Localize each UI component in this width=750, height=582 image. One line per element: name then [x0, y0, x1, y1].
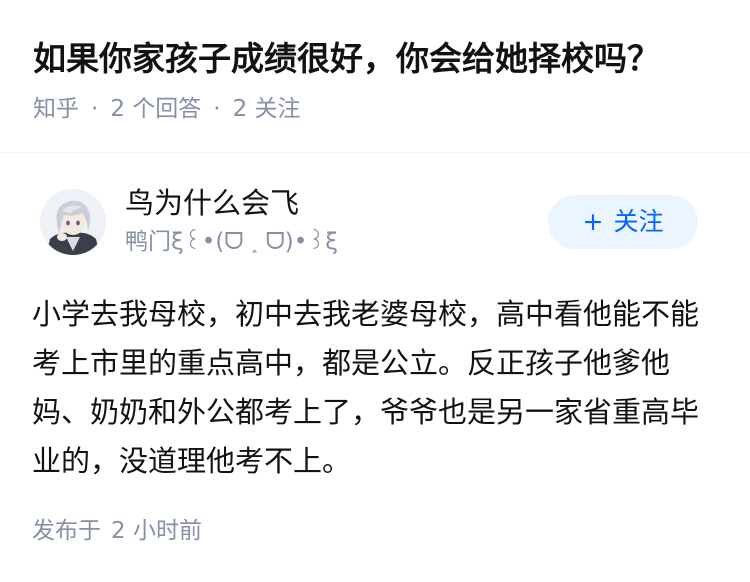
meta-separator: · — [91, 96, 99, 122]
published-label: 发布于 — [32, 518, 101, 544]
plus-icon: + — [582, 207, 604, 236]
author-row: 鸟为什么会飞 鸭门ξ꒰•(ᗜ ˰ ᗜ)•꒱ξ + 关注 — [0, 153, 750, 283]
published-time[interactable]: 2 小时前 — [111, 518, 202, 544]
source-label[interactable]: 知乎 — [33, 92, 79, 126]
answer-footer: 发布于 2 小时前 — [32, 514, 202, 548]
follow-button[interactable]: + 关注 — [548, 195, 698, 249]
author-bio: 鸭门ξ꒰•(ᗜ ˰ ᗜ)•꒱ξ — [125, 229, 339, 255]
meta-separator: · — [213, 96, 221, 122]
question-header: 如果你家孩子成绩很好，你会给她择校吗？ 知乎 · 2 个回答 · 2 关注 — [0, 0, 750, 152]
answer-content[interactable]: 小学去我母校，初中去我老婆母校，高中看他能不能考上市里的重点高中，都是公立。反正… — [32, 290, 712, 486]
avatar-anime-character-icon — [40, 189, 106, 255]
followers-count[interactable]: 2 关注 — [233, 92, 301, 126]
author-name[interactable]: 鸟为什么会飞 — [125, 183, 299, 223]
avatar[interactable] — [40, 189, 106, 255]
question-title[interactable]: 如果你家孩子成绩很好，你会给她择校吗？ — [33, 36, 660, 82]
follow-button-label: 关注 — [613, 207, 664, 236]
question-meta: 知乎 · 2 个回答 · 2 关注 — [33, 92, 301, 126]
answers-count[interactable]: 2 个回答 — [110, 92, 201, 126]
